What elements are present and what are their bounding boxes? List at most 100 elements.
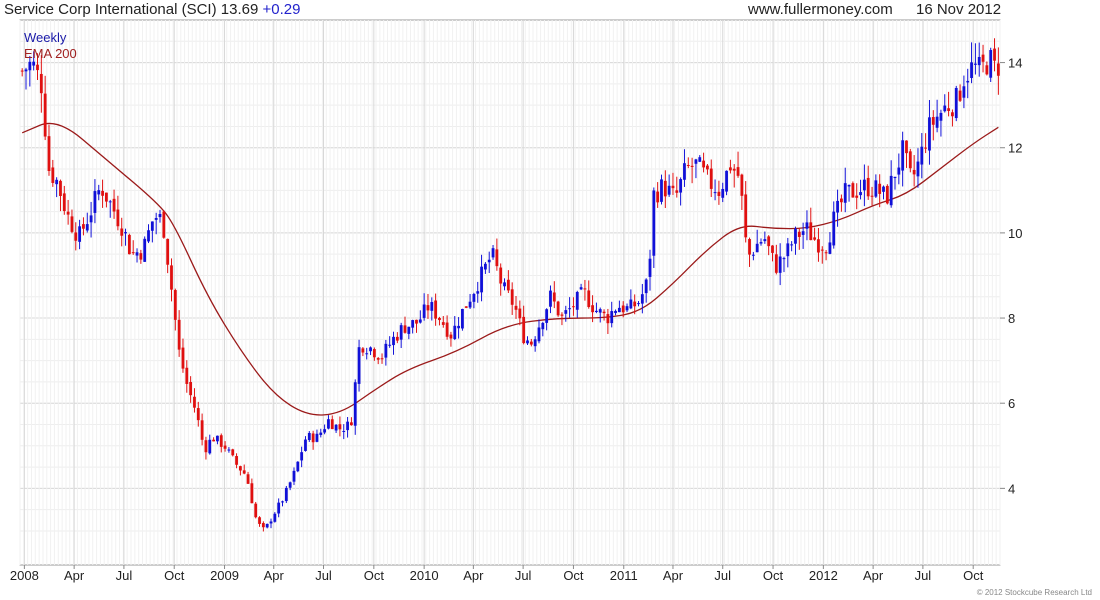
candle-up bbox=[288, 482, 292, 488]
candle-down bbox=[361, 348, 365, 353]
candle-up bbox=[55, 179, 59, 185]
candle-up bbox=[637, 303, 640, 305]
candle-up bbox=[545, 309, 549, 323]
candle-up bbox=[487, 259, 491, 263]
candle-down bbox=[403, 325, 407, 333]
candle-up bbox=[874, 180, 878, 197]
candle-up bbox=[85, 224, 89, 231]
candle-down bbox=[809, 222, 813, 241]
candle-down bbox=[924, 147, 928, 149]
x-tick-label: Oct bbox=[364, 568, 385, 583]
candle-down bbox=[552, 292, 556, 302]
candle-down bbox=[74, 232, 78, 241]
candle-down bbox=[767, 236, 771, 247]
candle-down bbox=[170, 265, 173, 290]
candle-down bbox=[376, 358, 380, 360]
candle-up bbox=[625, 306, 629, 311]
candle-up bbox=[617, 307, 621, 313]
candle-up bbox=[491, 248, 495, 258]
candle-down bbox=[522, 316, 526, 344]
candle-up bbox=[334, 424, 338, 431]
candle-up bbox=[966, 80, 970, 83]
candle-up bbox=[281, 501, 284, 503]
candle-down bbox=[441, 322, 445, 325]
candle-down bbox=[449, 334, 453, 339]
candle-down bbox=[219, 435, 223, 447]
candle-down bbox=[633, 301, 637, 307]
candle-down bbox=[495, 249, 499, 267]
candle-down bbox=[258, 517, 261, 524]
candle-up bbox=[721, 188, 725, 198]
candle-up bbox=[954, 87, 958, 119]
candle-down bbox=[958, 90, 962, 101]
candle-up bbox=[935, 116, 939, 128]
candle-down bbox=[663, 180, 667, 197]
candle-down bbox=[204, 440, 208, 453]
candle-up bbox=[713, 192, 717, 194]
candle-up bbox=[694, 159, 698, 164]
candle-down bbox=[583, 288, 587, 290]
candle-up bbox=[847, 184, 851, 187]
candle-down bbox=[231, 449, 235, 456]
last-price: 13.69 bbox=[220, 1, 259, 18]
candle-down bbox=[675, 190, 679, 193]
x-tick-label: Jul bbox=[714, 568, 731, 583]
y-tick-label: 6 bbox=[1008, 396, 1015, 411]
candle-up bbox=[411, 320, 415, 328]
candle-up bbox=[698, 157, 702, 162]
candle-down bbox=[824, 252, 828, 254]
candle-down bbox=[671, 185, 675, 189]
candle-up bbox=[483, 263, 487, 270]
candle-up bbox=[384, 343, 388, 358]
candle-up bbox=[150, 221, 154, 231]
candle-down bbox=[212, 439, 215, 442]
candle-up bbox=[916, 161, 920, 177]
candle-up bbox=[920, 146, 924, 165]
chart-title: Service Corp International (SCI) 13.69 +… bbox=[4, 1, 300, 18]
candle-down bbox=[912, 169, 916, 175]
candle-down bbox=[223, 445, 227, 449]
candle-down bbox=[985, 65, 989, 75]
candle-up bbox=[208, 439, 212, 454]
candle-up bbox=[648, 258, 652, 277]
candle-down bbox=[686, 164, 690, 166]
candle-down bbox=[127, 234, 131, 255]
candle-down bbox=[193, 396, 196, 408]
candle-up bbox=[901, 140, 905, 171]
candle-down bbox=[311, 433, 315, 443]
candle-up bbox=[836, 200, 839, 213]
candle-down bbox=[702, 160, 705, 168]
candle-down bbox=[885, 185, 889, 204]
candle-up bbox=[147, 230, 150, 242]
source-url[interactable]: www.fullermoney.com bbox=[748, 1, 893, 18]
candle-up bbox=[629, 299, 633, 309]
candle-down bbox=[905, 140, 908, 154]
candle-down bbox=[996, 63, 1000, 76]
candle-down bbox=[560, 314, 564, 316]
candle-up bbox=[292, 470, 296, 482]
candle-down bbox=[181, 347, 185, 369]
candle-down bbox=[706, 165, 709, 170]
candle-up bbox=[763, 239, 767, 242]
candle-down bbox=[438, 317, 441, 321]
candle-up bbox=[755, 243, 759, 253]
candle-down bbox=[732, 168, 736, 171]
candle-up bbox=[468, 301, 472, 308]
candle-down bbox=[189, 382, 193, 396]
candle-down bbox=[931, 117, 935, 125]
candle-up bbox=[457, 325, 460, 329]
candle-up bbox=[472, 294, 476, 302]
candle-up bbox=[640, 294, 644, 304]
candle-up bbox=[430, 302, 434, 311]
candle-up bbox=[786, 243, 790, 257]
candle-down bbox=[434, 300, 438, 319]
candle-up bbox=[725, 170, 728, 192]
candle-up bbox=[143, 238, 147, 262]
candle-down bbox=[908, 151, 912, 169]
y-tick-label: 10 bbox=[1008, 226, 1022, 241]
candle-up bbox=[32, 61, 36, 66]
candle-up bbox=[365, 353, 369, 355]
x-tick-label: Jul bbox=[116, 568, 133, 583]
candle-down bbox=[993, 48, 996, 61]
candle-up bbox=[304, 439, 307, 451]
